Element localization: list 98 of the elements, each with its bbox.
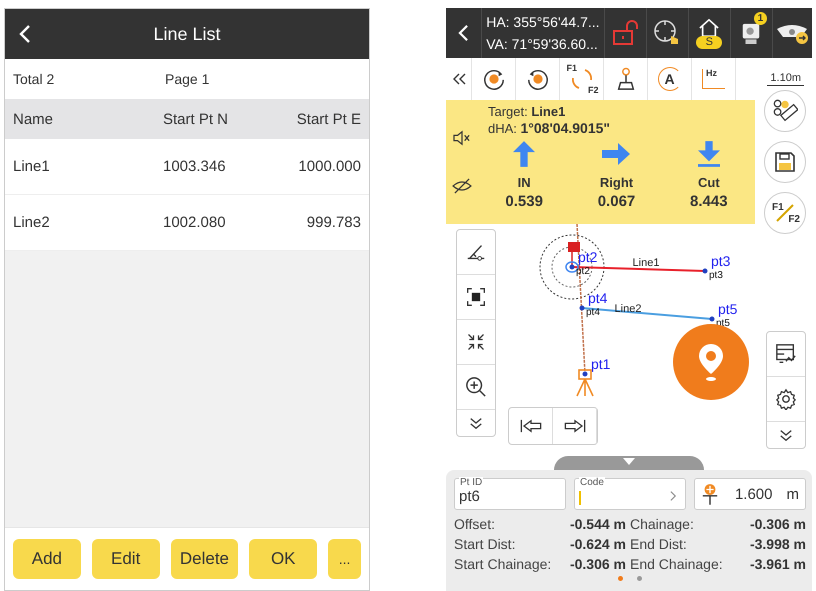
arrow-to-end-icon (562, 419, 586, 433)
page-number: Page 1 (165, 71, 210, 87)
column-header: Name (13, 110, 54, 128)
mute-icon[interactable] (452, 130, 472, 146)
point-code: pt4 (586, 307, 600, 318)
down-arrow-icon (698, 141, 720, 167)
ruler-icon (772, 98, 798, 124)
table-cell-text: Line2 (13, 214, 51, 231)
direction-label: Right (600, 175, 634, 190)
line-label: Line1 (632, 257, 660, 269)
point-label: pt3 (711, 253, 730, 269)
code-field[interactable]: Code (574, 478, 686, 510)
face-swap-button[interactable]: F1 F2 (566, 64, 596, 94)
rotate-counterclockwise-icon[interactable] (526, 67, 550, 91)
right-arrow-icon (602, 141, 630, 167)
stat-value: -0.624 m (568, 536, 626, 552)
stat-label: End Chainage: (630, 556, 724, 572)
scale-bar: 1.10m (767, 72, 804, 86)
direction-value: 0.539 (505, 193, 543, 210)
point-marker (570, 264, 574, 270)
table-cell-text: 1002.080 (163, 214, 227, 231)
drawer-handle[interactable] (554, 456, 704, 470)
lock-icon[interactable] (612, 20, 638, 46)
direction-label: IN (518, 175, 531, 190)
point-label: pt4 (588, 290, 608, 306)
fit-view-icon (466, 287, 486, 307)
back-icon[interactable] (458, 24, 470, 42)
stat-label: Chainage: (630, 516, 695, 532)
delta-angle: dHA: 1°08'04.9015" (487, 120, 612, 137)
target-line: Target: Line1 (487, 104, 566, 120)
settings-icon (775, 388, 797, 410)
report-chart-icon (775, 343, 797, 365)
column-header: Start Pt N (163, 110, 230, 128)
point-marker (702, 268, 708, 274)
prism-icon (568, 242, 580, 267)
arrow-to-start-icon (518, 419, 542, 433)
point-marker (580, 306, 584, 310)
house-icon[interactable] (697, 18, 722, 38)
face-toggle-button[interactable]: F1 F2 (764, 192, 806, 234)
stat-label: End Dist: (630, 536, 688, 552)
tripod-icon (576, 369, 594, 397)
double-chevron-icon (779, 428, 793, 442)
action-button[interactable]: ... (328, 539, 362, 579)
target-height-field[interactable]: 1.600 m (694, 478, 806, 510)
stat-value: -0.306 m (748, 516, 806, 532)
stat-label: Start Chainage: (454, 556, 552, 572)
table-row[interactable]: Line2 1002.080 999.783 (5, 195, 369, 251)
save-icon (773, 150, 797, 174)
zoom-in-icon (465, 376, 487, 398)
shrink-arrows-icon (466, 332, 486, 352)
page-dot[interactable] (618, 576, 623, 581)
hidden-eye-icon[interactable] (452, 178, 472, 194)
stat-value: -3.961 m (748, 556, 806, 572)
stat-value: -3.998 m (748, 536, 806, 552)
stat-value: -0.306 m (568, 556, 626, 572)
double-chevron-icon (469, 416, 483, 430)
station-badge: S (696, 36, 722, 48)
column-header: Start Pt E (296, 110, 361, 128)
prism-pole-icon[interactable] (614, 67, 636, 91)
point-code: pt2 (576, 266, 590, 277)
chevron-icon (670, 490, 677, 502)
stat-value: -0.544 m (568, 516, 626, 532)
point-marker (582, 372, 588, 376)
direction-label: Cut (698, 175, 720, 190)
location-pin-icon (696, 342, 726, 382)
hz-button[interactable]: Hz (702, 69, 725, 89)
stat-label: Start Dist: (454, 536, 516, 552)
action-button[interactable]: OK (249, 539, 318, 579)
total-count: Total 2 (13, 71, 56, 87)
vertical-angle: VA: 71°59'36.60... (486, 36, 599, 52)
table-cell-text: 999.783 (306, 214, 361, 231)
point-id-field[interactable]: Pt ID pt6 (454, 478, 566, 510)
ruler-button[interactable] (764, 90, 806, 132)
direction-value: 8.443 (690, 193, 728, 210)
save-button[interactable] (764, 141, 806, 183)
point-label: pt5 (718, 301, 738, 317)
table-cell-text: 1003.346 (163, 158, 227, 175)
caret-icon (623, 458, 635, 466)
action-button[interactable]: Edit (92, 539, 160, 579)
prism-pole-icon (701, 483, 719, 505)
count-badge: 1 (754, 12, 767, 25)
action-button[interactable]: Add (13, 539, 81, 579)
screen-title: Line List (153, 24, 221, 44)
table-row[interactable]: Line1 1003.346 1000.000 (5, 139, 369, 195)
table-cell-text: 1000.000 (297, 158, 361, 175)
up-arrow-icon (513, 141, 536, 167)
rotate-clockwise-icon[interactable] (482, 67, 506, 91)
horizontal-angle: HA: 355°56'44.7... (486, 14, 601, 30)
point-code: pt3 (709, 270, 723, 281)
table-cell-text: Line1 (13, 158, 51, 175)
action-button[interactable]: Delete (170, 539, 238, 579)
back-icon[interactable] (19, 24, 31, 44)
double-chevron-icon (452, 73, 466, 85)
point-marker (710, 316, 714, 322)
direction-value: 0.067 (598, 193, 636, 210)
stat-label: Offset: (454, 516, 496, 532)
page-dot[interactable] (637, 576, 642, 581)
point-label: pt1 (591, 356, 610, 372)
